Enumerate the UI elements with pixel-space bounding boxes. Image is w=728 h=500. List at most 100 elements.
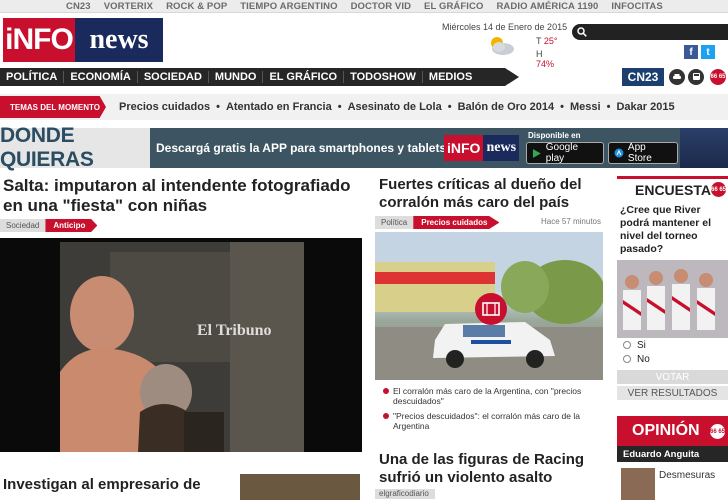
opinion-header: OPINIÓN 66 65 <box>617 416 728 446</box>
banner-logo: iNFO news <box>442 128 520 168</box>
car-icon[interactable] <box>669 69 685 85</box>
trending-items: Precios cuidados • Atentado en Francia •… <box>119 94 675 120</box>
trending-separator: • <box>337 101 342 113</box>
weather-temp: T 25° <box>536 36 558 46</box>
search-icon <box>577 27 587 37</box>
second-headline[interactable]: Investigan al empresario de <box>0 476 225 494</box>
second-thumbnail[interactable] <box>240 474 360 500</box>
mid-photo[interactable] <box>375 232 603 380</box>
nav-todoshow[interactable]: TODOSHOW <box>344 71 423 83</box>
video-play-icon[interactable] <box>475 293 507 325</box>
main-nav: POLÍTICA ECONOMÍA SOCIEDAD MUNDO EL GRÁF… <box>0 68 728 86</box>
nav-economia[interactable]: ECONOMÍA <box>64 71 138 83</box>
network-link-infocitas[interactable]: INFOCITAS <box>611 1 662 12</box>
trending-separator: • <box>606 101 611 113</box>
vote-button[interactable]: VOTAR <box>617 370 728 384</box>
trending-separator: • <box>216 101 220 113</box>
partly-cloudy-icon <box>491 37 514 55</box>
mid-article: Fuertes críticas al dueño del corralón m… <box>375 176 603 431</box>
nav-politica[interactable]: POLÍTICA <box>0 71 65 83</box>
search-input[interactable] <box>590 26 724 38</box>
network-link-rock-pop[interactable]: ROCK & POP <box>166 1 227 12</box>
poll-badge: 66 65 <box>711 182 726 197</box>
network-link-tiempo-argentino[interactable]: TIEMPO ARGENTINO <box>240 1 337 12</box>
site-header: iNFO news Miércoles 14 de Enero de 2015 … <box>0 14 728 69</box>
lead-photo-figures <box>60 242 304 452</box>
network-link-doctor-vid[interactable]: DOCTOR VID <box>351 1 411 12</box>
network-bar: CN23 VORTERIX ROCK & POP TIEMPO ARGENTIN… <box>0 0 728 13</box>
banner-players-image <box>680 128 728 168</box>
mid-headline[interactable]: Fuertes críticas al dueño del corralón m… <box>375 176 603 212</box>
google-play-icon <box>532 148 541 158</box>
poll-option-no[interactable]: No <box>617 352 728 366</box>
view-results-button[interactable]: VER RESULTADOS <box>617 386 728 400</box>
site-logo[interactable]: iNFO news <box>3 18 163 62</box>
search-box[interactable] <box>572 24 728 40</box>
main-nav-items: POLÍTICA ECONOMÍA SOCIEDAD MUNDO EL GRÁF… <box>0 68 478 86</box>
logo-news-part: news <box>75 18 163 62</box>
facebook-icon[interactable]: f <box>684 45 698 59</box>
network-link-vorterix[interactable]: VORTERIX <box>104 1 153 12</box>
author-avatar <box>621 468 655 500</box>
opinion-item[interactable]: Desmesuras <box>617 466 728 500</box>
mid2-source-tag[interactable]: elgraficodiario <box>375 489 435 499</box>
trending-separator: • <box>560 101 565 113</box>
poll-image-players <box>617 260 728 338</box>
bus-icon[interactable] <box>688 69 704 85</box>
dollar-badge[interactable]: 66 65 <box>710 69 726 85</box>
poll-option-si[interactable]: Si <box>617 338 728 352</box>
trending-item[interactable]: Messi <box>570 101 601 113</box>
photo-watermark: El Tribuno <box>197 322 272 339</box>
related-link[interactable]: El corralón más caro de la Argentina, co… <box>375 386 603 406</box>
nav-el-grafico[interactable]: EL GRÁFICO <box>263 71 345 83</box>
lead-section-tag[interactable]: Sociedad <box>0 219 46 232</box>
page: CN23 VORTERIX ROCK & POP TIEMPO ARGENTIN… <box>0 0 728 500</box>
mid-timestamp: Hace 57 minutos <box>540 217 601 226</box>
weather-date: Miércoles 14 de Enero de 2015 <box>442 22 568 32</box>
app-banner[interactable]: DONDE QUIERAS Descargá gratis la APP par… <box>0 124 728 171</box>
cn23-button[interactable]: CN23 <box>622 68 664 86</box>
mid2-headline[interactable]: Una de las figuras de Racing sufrió un v… <box>375 451 603 487</box>
lead-anticipo-tag[interactable]: Anticipo <box>45 219 98 232</box>
logo-info-part: iNFO <box>3 18 75 62</box>
trending-item[interactable]: Balón de Oro 2014 <box>458 101 555 113</box>
lead-headline[interactable]: Salta: imputaron al intendente fotografi… <box>0 176 362 216</box>
nav-mundo[interactable]: MUNDO <box>209 71 264 83</box>
app-store-icon <box>614 148 624 158</box>
trending-topics-bar: TEMAS DEL MOMENTO Precios cuidados • Ate… <box>0 94 728 120</box>
mid-meta: Política Precios cuidados Hace 57 minuto… <box>375 216 603 229</box>
trending-item[interactable]: Atentado en Francia <box>226 101 332 113</box>
network-link-el-grafico[interactable]: EL GRÁFICO <box>424 1 483 12</box>
banner-text: Descargá gratis la APP para smartphones … <box>156 141 447 155</box>
trending-separator: • <box>447 101 452 113</box>
network-link-radio-america[interactable]: RADIO AMÉRICA 1190 <box>496 1 598 12</box>
radio-button[interactable] <box>623 341 631 349</box>
nav-sociedad[interactable]: SOCIEDAD <box>138 71 209 83</box>
lead-article: Salta: imputaron al intendente fotografi… <box>0 176 362 232</box>
radio-button[interactable] <box>623 355 631 363</box>
opinion-title: OPINIÓN <box>632 422 700 439</box>
mid-section-tag[interactable]: Política <box>375 216 414 229</box>
nav-medios[interactable]: MEDIOS <box>423 71 478 83</box>
related-link[interactable]: "Precios descuidados": el corralón más c… <box>375 411 603 431</box>
network-link-cn23[interactable]: CN23 <box>66 1 91 12</box>
opinion-article-title[interactable]: Desmesuras <box>659 470 715 481</box>
opinion-author[interactable]: Eduardo Anguita <box>617 446 728 462</box>
twitter-icon[interactable]: t <box>701 45 715 59</box>
google-play-button[interactable]: Google play <box>526 142 604 164</box>
poll-question: ¿Cree que River podrá mantener el nivel … <box>620 204 712 255</box>
poll-title: ENCUESTA <box>635 181 711 198</box>
app-store-button[interactable]: App Store <box>608 142 678 164</box>
right-sidebar: ENCUESTA 66 65 ¿Cree que River podrá man… <box>617 176 728 500</box>
poll-header: ENCUESTA 66 65 <box>617 176 728 200</box>
trending-item[interactable]: Precios cuidados <box>119 101 210 113</box>
mid-article-2: Una de las figuras de Racing sufrió un v… <box>375 451 603 499</box>
mid-topic-tag[interactable]: Precios cuidados <box>413 216 500 229</box>
trending-item[interactable]: Asesinato de Lola <box>348 101 442 113</box>
opinion-badge: 66 65 <box>710 424 725 439</box>
lead-photo[interactable]: El Tribuno <box>0 238 362 452</box>
banner-available-label: Disponible en <box>528 131 581 140</box>
trending-item[interactable]: Dakar 2015 <box>616 101 674 113</box>
lead-tags: Sociedad Anticipo <box>0 219 362 232</box>
weather-widget: Miércoles 14 de Enero de 2015 T 25° H 74… <box>442 22 568 69</box>
